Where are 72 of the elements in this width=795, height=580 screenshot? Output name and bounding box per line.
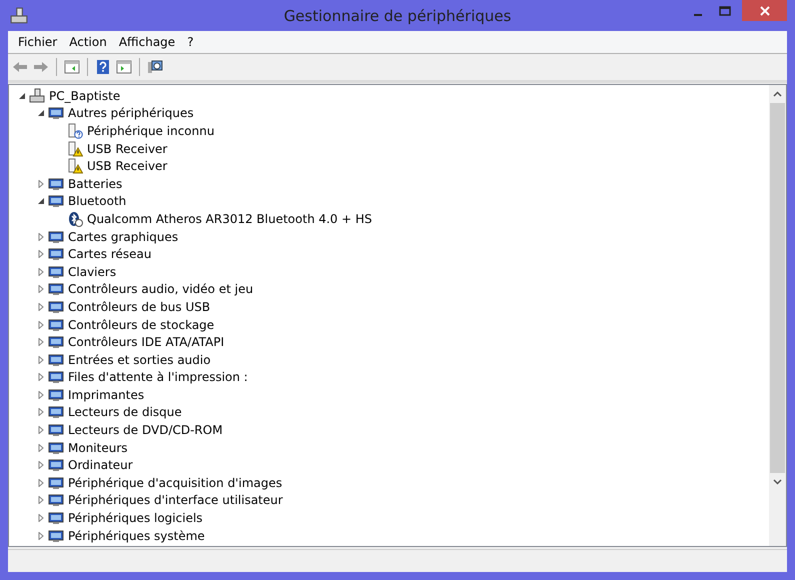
tree-item[interactable]: Imprimantes [68, 386, 144, 403]
scroll-up-icon[interactable] [773, 91, 782, 97]
tree-item[interactable]: Lecteurs de disque [68, 404, 182, 420]
menu-item[interactable]: Fichier [12, 35, 64, 49]
computer-icon [29, 88, 45, 104]
close-icon [758, 4, 770, 16]
warning-device-icon [67, 158, 83, 174]
tree-item[interactable]: Entrées et sorties audio [68, 352, 211, 368]
tree-item[interactable]: Moniteurs [68, 440, 128, 456]
window-title: Gestionnaire de périphériques [284, 6, 512, 24]
tree-item[interactable]: Cartes réseau [68, 246, 152, 262]
device-icon [48, 281, 64, 298]
device-icon [48, 386, 64, 403]
tree-item[interactable]: Périphériques d'interface utilisateur [68, 492, 283, 508]
tree-item[interactable]: Cartes graphiques [68, 228, 178, 245]
device-icon [48, 422, 64, 438]
tree-item[interactable]: USB Receiver [87, 158, 168, 174]
tree-item[interactable]: Claviers [68, 264, 116, 280]
tree-item[interactable]: Contrôleurs de stockage [68, 316, 214, 333]
panel-icon[interactable] [116, 59, 132, 75]
device-icon [48, 334, 64, 350]
close-button[interactable] [742, 0, 787, 21]
tree-item[interactable]: Ordinateur [68, 457, 133, 474]
panel-icon[interactable] [64, 59, 80, 75]
device-icon [48, 474, 64, 491]
warning-device-icon [67, 140, 83, 157]
device-icon [48, 492, 64, 508]
unknown-device-icon [67, 122, 83, 139]
tree-item[interactable]: Périphériques système [68, 528, 205, 544]
maximize-icon [718, 6, 730, 16]
device-icon [48, 352, 64, 368]
device-icon [48, 246, 64, 262]
tree-item[interactable]: Contrôleurs de bus USB [68, 298, 210, 315]
help-icon[interactable] [95, 59, 111, 75]
tree-item[interactable]: Qualcomm Atheros AR3012 Bluetooth 4.0 + HS [87, 210, 372, 227]
device-icon [48, 510, 64, 526]
device-icon [48, 228, 64, 245]
tree-item[interactable]: USB Receiver [87, 140, 168, 157]
device-icon [48, 298, 64, 315]
device-icon [48, 316, 64, 333]
tree-item[interactable]: Batteries [68, 176, 122, 192]
device-icon [48, 457, 64, 474]
tree-item[interactable]: Lecteurs de DVD/CD-ROM [68, 422, 223, 438]
menu-item[interactable]: ? [181, 35, 200, 49]
minimize-icon [694, 14, 702, 16]
scroll-down-icon[interactable] [773, 479, 782, 485]
bluetooth-device-icon [67, 210, 83, 227]
device-icon [48, 176, 64, 192]
back-icon[interactable] [12, 59, 28, 75]
device-icon [48, 193, 64, 210]
scroll-thumb[interactable] [770, 103, 785, 473]
device-icon [48, 264, 64, 280]
tree-item[interactable]: Files d'attente à l'impression : [68, 369, 248, 386]
tree-item[interactable]: Autres périphériques [68, 105, 194, 122]
device-icon [48, 404, 64, 420]
scrollbar[interactable] [769, 85, 786, 546]
tree-item[interactable]: Contrôleurs audio, vidéo et jeu [68, 281, 254, 298]
device-icon [48, 528, 64, 544]
tree-item[interactable]: Périphérique d'acquisition d'images [68, 474, 282, 491]
forward-icon[interactable] [33, 59, 49, 75]
device-icon [48, 369, 64, 386]
scan-icon[interactable] [147, 59, 163, 75]
computer-icon [10, 6, 28, 24]
tree-item[interactable]: Périphériques logiciels [68, 510, 203, 526]
device-icon [48, 440, 64, 456]
tree-item[interactable]: Contrôleurs IDE ATA/ATAPI [68, 334, 224, 350]
tree-item[interactable]: PC_Baptiste [49, 88, 120, 104]
device-icon [48, 105, 64, 122]
tree-item[interactable]: Bluetooth [68, 193, 126, 210]
menu-item[interactable]: Action [63, 35, 113, 49]
menu-item[interactable]: Affichage [112, 35, 182, 49]
tree-item[interactable]: Périphérique inconnu [87, 122, 214, 139]
